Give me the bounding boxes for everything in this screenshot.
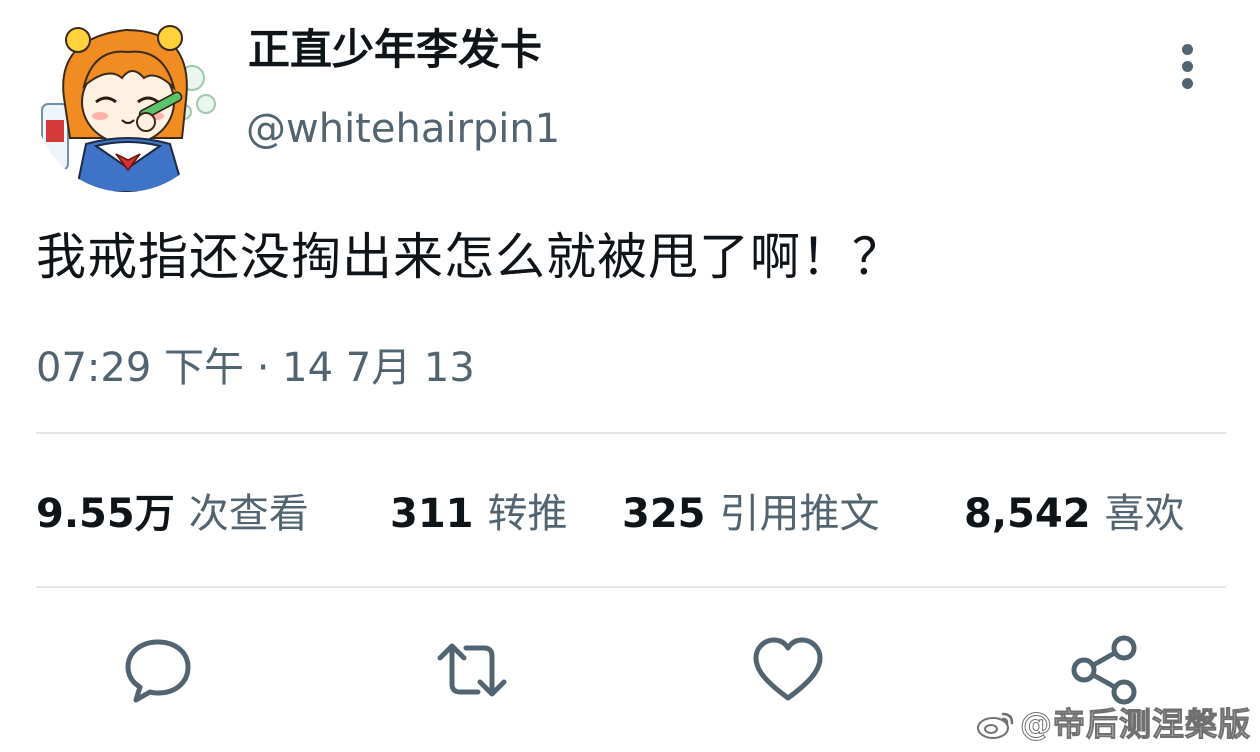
- tweet-stats: 9.55万 次查看 311 转推 325 引用推文 8,542 喜欢: [36, 484, 1236, 544]
- divider: [36, 432, 1226, 434]
- user-handle[interactable]: @whitehairpin1: [246, 102, 560, 156]
- tweet-timestamp[interactable]: 07:29 下午 · 14 7月 13: [36, 340, 475, 396]
- anime-girl-avatar-image: [34, 8, 218, 192]
- heart-icon: [753, 637, 823, 701]
- menu-dot: [1182, 78, 1193, 89]
- retweets-label: 转推: [487, 491, 568, 537]
- retweets-count: 311: [390, 491, 474, 537]
- more-vertical-icon[interactable]: [1166, 40, 1210, 92]
- retweet-button[interactable]: [432, 630, 512, 710]
- reply-button[interactable]: [118, 630, 198, 710]
- retweet-arrows-icon: [437, 643, 507, 697]
- display-name[interactable]: 正直少年李发卡: [248, 22, 542, 78]
- views-count: 9.55万: [36, 491, 175, 537]
- like-button[interactable]: [748, 630, 828, 710]
- views-stat[interactable]: 9.55万 次查看: [36, 484, 309, 544]
- quotes-stat[interactable]: 325 引用推文: [622, 484, 880, 544]
- divider: [36, 586, 1226, 588]
- watermark: @帝后测涅槃版: [976, 700, 1251, 744]
- speech-bubble-icon: [125, 639, 191, 703]
- watermark-text: @帝后测涅槃版: [1019, 705, 1252, 744]
- likes-label: 喜欢: [1104, 491, 1185, 537]
- avatar[interactable]: [34, 8, 218, 192]
- quotes-label: 引用推文: [719, 491, 880, 537]
- share-nodes-icon: [1071, 635, 1137, 705]
- menu-dot: [1182, 61, 1193, 72]
- share-button[interactable]: [1064, 630, 1144, 710]
- views-label: 次查看: [188, 491, 309, 537]
- tweet-text: 我戒指还没掏出来怎么就被甩了啊！？: [36, 228, 903, 286]
- weibo-logo-icon: [977, 712, 1014, 739]
- menu-dot: [1182, 44, 1193, 55]
- retweets-stat[interactable]: 311 转推: [390, 484, 568, 544]
- likes-count: 8,542: [964, 491, 1091, 537]
- likes-stat[interactable]: 8,542 喜欢: [964, 484, 1185, 544]
- quotes-count: 325: [622, 491, 706, 537]
